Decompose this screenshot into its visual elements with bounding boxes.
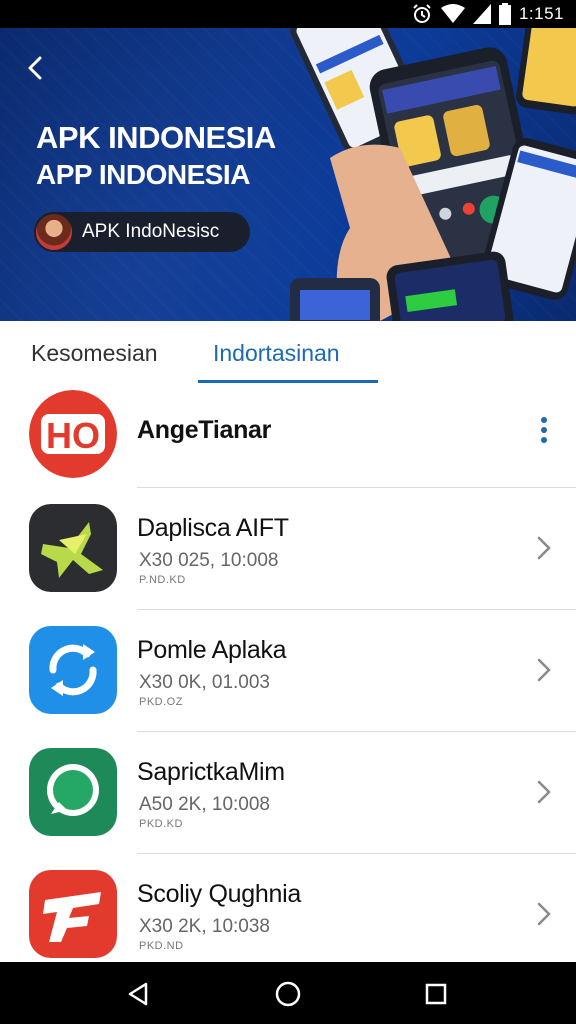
phones-illustration (290, 28, 576, 321)
banner-title: APK INDONESIA (36, 120, 276, 155)
app-name: Pomle Aplaka (137, 636, 287, 664)
sync-circle-icon (29, 626, 117, 714)
status-bar: 1:151 (0, 0, 576, 28)
app-sub: P.ND.KD (139, 574, 186, 586)
star-plane-icon (29, 504, 117, 592)
list-item[interactable]: Pomle Aplaka X30 0K, 01.003 PKD.OZ (0, 610, 576, 732)
channel-badge[interactable]: APK IndoNesisc (34, 212, 250, 252)
svg-text:HO: HO (46, 415, 100, 456)
cellular-signal-icon (472, 4, 491, 24)
app-sub: PKD.KD (139, 818, 183, 830)
status-time: 1:151 (518, 4, 564, 23)
list-item[interactable]: SaprictkaMim A50 2K, 10:008 PKD.KD (0, 732, 576, 854)
app-meta: X30 0K, 01.003 (139, 672, 270, 693)
app-name: SaprictkaMim (137, 758, 285, 786)
app-sub: PKD.OZ (139, 696, 183, 708)
nav-back-icon[interactable] (124, 980, 152, 1008)
app-sub: PKD.ND (139, 940, 184, 952)
tab-bar: Kesomesian Indortasinan (0, 321, 576, 386)
app-list: HO AngeTianar Daplisca AIFT X30 025, 10:… (0, 386, 576, 976)
status-icons: 1:151 (411, 3, 564, 25)
app-meta: X30 2K, 10:038 (139, 916, 270, 937)
chat-bubble-icon (29, 748, 117, 836)
tab-indortasinan[interactable]: Indortasinan (213, 321, 340, 386)
system-nav-bar (0, 962, 576, 1024)
channel-name: APK IndoNesisc (82, 221, 220, 242)
avatar (34, 212, 74, 252)
nav-home-icon[interactable] (274, 980, 302, 1008)
channel-banner: APK INDONESIA APP INDONESIA APK IndoNesi… (0, 28, 576, 321)
app-name: Scoliy Qughnia (137, 880, 301, 908)
list-item[interactable]: Daplisca AIFT X30 025, 10:008 P.ND.KD (0, 488, 576, 610)
app-meta: A50 2K, 10:008 (139, 794, 270, 815)
banner-subtitle: APP INDONESIA (36, 159, 250, 190)
app-name: Daplisca AIFT (137, 514, 289, 542)
app-name: AngeTianar (137, 416, 272, 444)
app-meta: X30 025, 10:008 (139, 550, 279, 571)
more-options-icon[interactable] (540, 416, 548, 444)
fp-logo-icon (29, 870, 117, 958)
chevron-right-icon[interactable] (536, 900, 552, 928)
alarm-icon (413, 4, 431, 23)
list-item[interactable]: HO AngeTianar (0, 386, 576, 488)
tab-selected-indicator (198, 380, 378, 383)
tab-kesomesian[interactable]: Kesomesian (31, 321, 158, 386)
ho-logo-icon: HO (29, 390, 117, 478)
nav-recents-icon[interactable] (422, 980, 450, 1008)
list-item[interactable]: Scoliy Qughnia X30 2K, 10:038 PKD.ND (0, 854, 576, 976)
chevron-right-icon[interactable] (536, 656, 552, 684)
back-button[interactable] (18, 50, 54, 86)
wifi-icon (440, 4, 465, 23)
chevron-right-icon[interactable] (536, 778, 552, 806)
chevron-right-icon[interactable] (536, 534, 552, 562)
battery-icon (498, 3, 511, 25)
